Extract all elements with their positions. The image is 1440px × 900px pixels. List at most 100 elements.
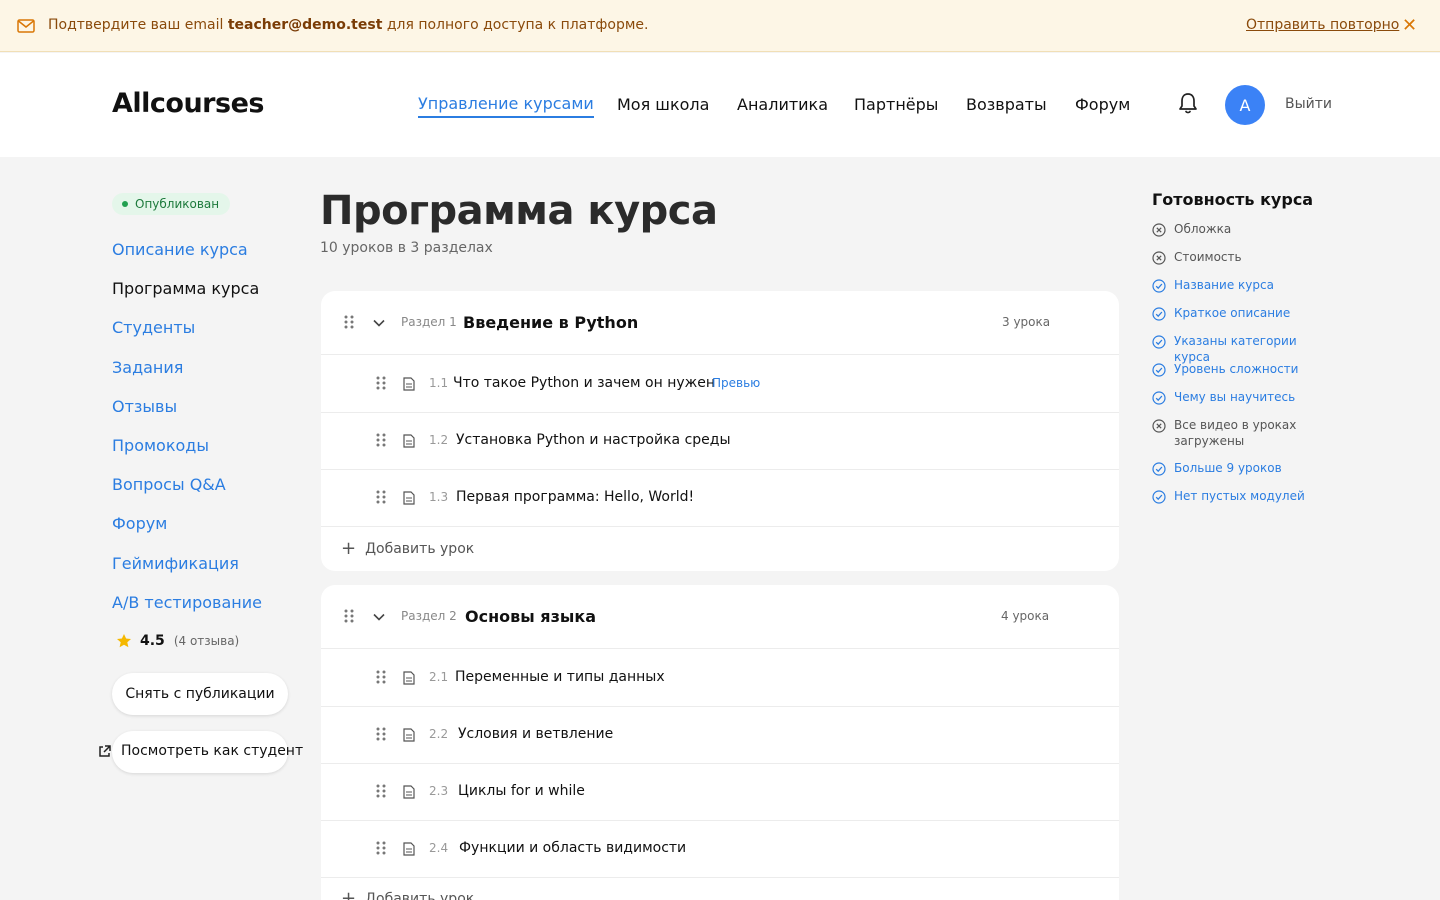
course-rating: 4.5 (4 отзыва) [116, 633, 239, 649]
lesson-number: 2.4 [429, 841, 449, 855]
lesson-number: 1.1 [429, 376, 449, 390]
sidebar-item-gamification[interactable]: Геймификация [112, 554, 239, 573]
resend-email-link[interactable]: Отправить повторно [1246, 17, 1399, 33]
chevron-down-icon[interactable] [372, 316, 386, 330]
unpublish-button[interactable]: Снять с публикации [112, 673, 288, 715]
lesson-row[interactable]: 1.1 Что такое Python и зачем он нужен Пр… [321, 356, 1119, 413]
sidebar-item-forum[interactable]: Форум [112, 514, 167, 533]
rating-value: 4.5 [140, 633, 165, 649]
lesson-row[interactable]: 2.2 Условия и ветвление [321, 707, 1119, 764]
lesson-number: 1.2 [429, 433, 449, 447]
document-icon [403, 785, 415, 799]
section-number: Раздел 2 [401, 609, 457, 623]
readiness-item[interactable]: Краткое описание [1152, 305, 1334, 321]
nav-refunds[interactable]: Возвраты [966, 95, 1047, 114]
banner-email: teacher@demo.test [227, 17, 383, 33]
nav-analytics[interactable]: Аналитика [737, 95, 828, 114]
x-circle-icon [1152, 251, 1166, 265]
readiness-title: Готовность курса [1152, 190, 1314, 209]
lesson-row[interactable]: 2.1 Переменные и типы данных [321, 650, 1119, 707]
check-circle-icon [1152, 363, 1166, 377]
logo[interactable]: Allcourses [112, 88, 264, 119]
document-icon [403, 434, 415, 448]
mail-icon [17, 19, 35, 33]
drag-handle-icon[interactable] [375, 783, 387, 799]
lesson-row[interactable]: 2.3 Циклы for и while [321, 764, 1119, 821]
readiness-item: Обложка [1152, 221, 1334, 237]
section-lesson-count: 3 урока [1002, 315, 1051, 329]
section-card: Раздел 1 Введение в Python 3 урока 1.1 Ч… [321, 291, 1119, 571]
sidebar-item-students[interactable]: Студенты [112, 318, 195, 337]
sidebar-item-assignments[interactable]: Задания [112, 358, 183, 377]
readiness-item[interactable]: Чему вы научитесь [1152, 389, 1334, 405]
status-dot [122, 201, 128, 207]
external-link-icon [99, 745, 111, 757]
x-circle-icon [1152, 419, 1166, 433]
bell-icon[interactable] [1177, 91, 1199, 115]
readiness-item: Все видео в уроках загружены [1152, 417, 1309, 449]
top-header: Allcourses Управление курсами Моя школа … [0, 53, 1440, 157]
document-icon [403, 491, 415, 505]
drag-handle-icon[interactable] [343, 314, 355, 330]
document-icon [403, 377, 415, 391]
check-circle-icon [1152, 335, 1166, 349]
page-title: Программа курса [320, 188, 718, 234]
drag-handle-icon[interactable] [375, 489, 387, 505]
readiness-item[interactable]: Нет пустых модулей [1152, 488, 1334, 504]
readiness-item: Стоимость [1152, 249, 1334, 265]
drag-handle-icon[interactable] [375, 669, 387, 685]
document-icon [403, 728, 415, 742]
check-circle-icon [1152, 279, 1166, 293]
plus-icon: + [341, 888, 357, 900]
section-header[interactable]: Раздел 1 Введение в Python 3 урока [321, 291, 1119, 355]
drag-handle-icon[interactable] [375, 432, 387, 448]
readiness-item[interactable]: Название курса [1152, 277, 1334, 293]
lesson-title: Переменные и типы данных [455, 669, 665, 685]
lesson-row[interactable]: 1.2 Установка Python и настройка среды [321, 413, 1119, 470]
lesson-row[interactable]: 1.3 Первая программа: Hello, World! [321, 470, 1119, 527]
document-icon [403, 671, 415, 685]
page-subtitle: 10 уроков в 3 разделах [320, 240, 493, 256]
check-circle-icon [1152, 462, 1166, 476]
drag-handle-icon[interactable] [375, 375, 387, 391]
lesson-row[interactable]: 2.4 Функции и область видимости [321, 821, 1119, 878]
email-verification-banner: Подтвердите ваш email teacher@demo.test … [0, 0, 1440, 52]
lesson-title: Установка Python и настройка среды [456, 432, 731, 448]
sidebar-item-ab-testing[interactable]: A/B тестирование [112, 593, 262, 612]
section-title: Введение в Python [463, 313, 639, 332]
nav-course-management[interactable]: Управление курсами [418, 94, 594, 118]
sidebar-item-description[interactable]: Описание курса [112, 240, 248, 259]
readiness-item[interactable]: Уровень сложности [1152, 361, 1334, 377]
nav-forum[interactable]: Форум [1075, 95, 1130, 114]
sidebar-item-reviews[interactable]: Отзывы [112, 397, 177, 416]
view-as-student-label[interactable]: Посмотреть как студент [121, 743, 303, 759]
drag-handle-icon[interactable] [375, 840, 387, 856]
nav-partners[interactable]: Партнёры [854, 95, 938, 114]
chevron-down-icon[interactable] [372, 610, 386, 624]
x-circle-icon [1152, 223, 1166, 237]
avatar[interactable]: A [1225, 85, 1265, 125]
nav-my-school[interactable]: Моя школа [617, 95, 709, 114]
check-circle-icon [1152, 391, 1166, 405]
check-circle-icon [1152, 307, 1166, 321]
sidebar-item-qa[interactable]: Вопросы Q&A [112, 475, 226, 494]
lesson-title: Что такое Python и зачем он нужен [453, 375, 716, 391]
section-card: Раздел 2 Основы языка 4 урока 2.1 Переме… [321, 585, 1119, 900]
preview-badge: Превью [712, 376, 761, 390]
section-header[interactable]: Раздел 2 Основы языка 4 урока [321, 585, 1119, 649]
sidebar-item-program[interactable]: Программа курса [112, 279, 259, 298]
lesson-title: Циклы for и while [458, 783, 585, 799]
readiness-item[interactable]: Больше 9 уроков [1152, 460, 1334, 476]
add-lesson-button[interactable]: + Добавить урок [341, 890, 474, 900]
drag-handle-icon[interactable] [343, 608, 355, 624]
add-lesson-button[interactable]: + Добавить урок [341, 540, 474, 558]
logout-link[interactable]: Выйти [1285, 96, 1332, 112]
document-icon [403, 842, 415, 856]
close-icon[interactable]: ✕ [1402, 16, 1418, 36]
section-title: Основы языка [465, 607, 596, 626]
lesson-number: 2.2 [429, 727, 449, 741]
drag-handle-icon[interactable] [375, 726, 387, 742]
rating-count: (4 отзыва) [173, 634, 240, 648]
check-circle-icon [1152, 490, 1166, 504]
sidebar-item-promocodes[interactable]: Промокоды [112, 436, 209, 455]
